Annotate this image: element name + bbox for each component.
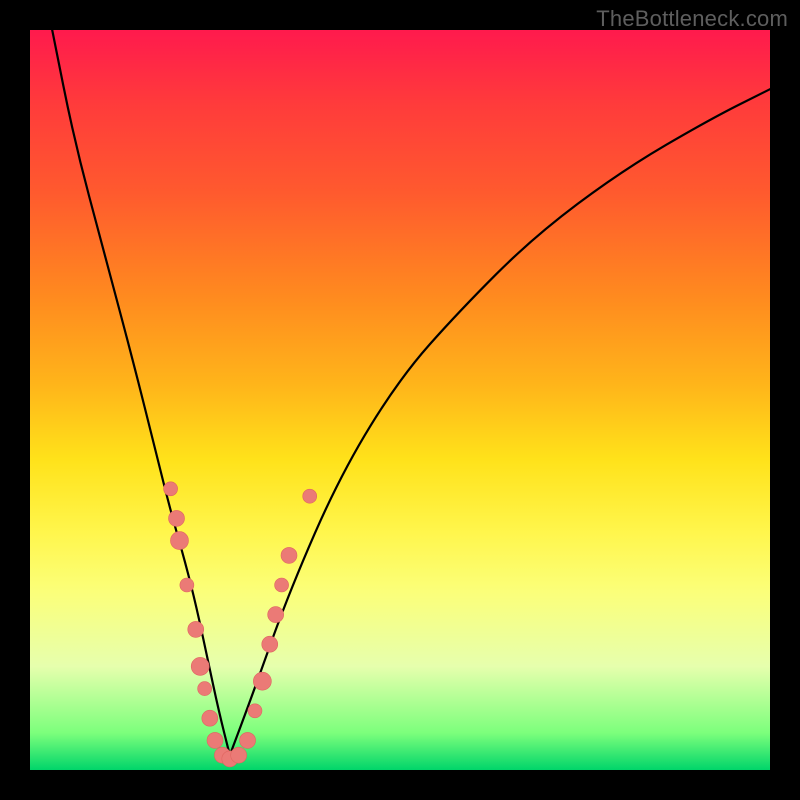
- marker-dot: [207, 732, 223, 748]
- marker-dot: [268, 607, 284, 623]
- marker-dot: [180, 578, 194, 592]
- plot-area: [30, 30, 770, 770]
- marker-dot: [191, 657, 209, 675]
- marker-dot: [188, 621, 204, 637]
- curve-right-branch: [230, 89, 770, 755]
- marker-dot: [303, 489, 317, 503]
- marker-dot: [170, 532, 188, 550]
- marker-dot: [281, 547, 297, 563]
- chart-svg: [30, 30, 770, 770]
- marker-dot: [231, 747, 247, 763]
- marker-dot: [253, 672, 271, 690]
- marker-dot: [169, 510, 185, 526]
- marker-dot: [164, 482, 178, 496]
- watermark-text: TheBottleneck.com: [596, 6, 788, 32]
- marker-dot: [275, 578, 289, 592]
- chart-frame: TheBottleneck.com: [0, 0, 800, 800]
- marker-group: [164, 482, 317, 767]
- marker-dot: [240, 732, 256, 748]
- marker-dot: [198, 682, 212, 696]
- marker-dot: [262, 636, 278, 652]
- marker-dot: [202, 710, 218, 726]
- marker-dot: [248, 704, 262, 718]
- curve-left-branch: [52, 30, 230, 755]
